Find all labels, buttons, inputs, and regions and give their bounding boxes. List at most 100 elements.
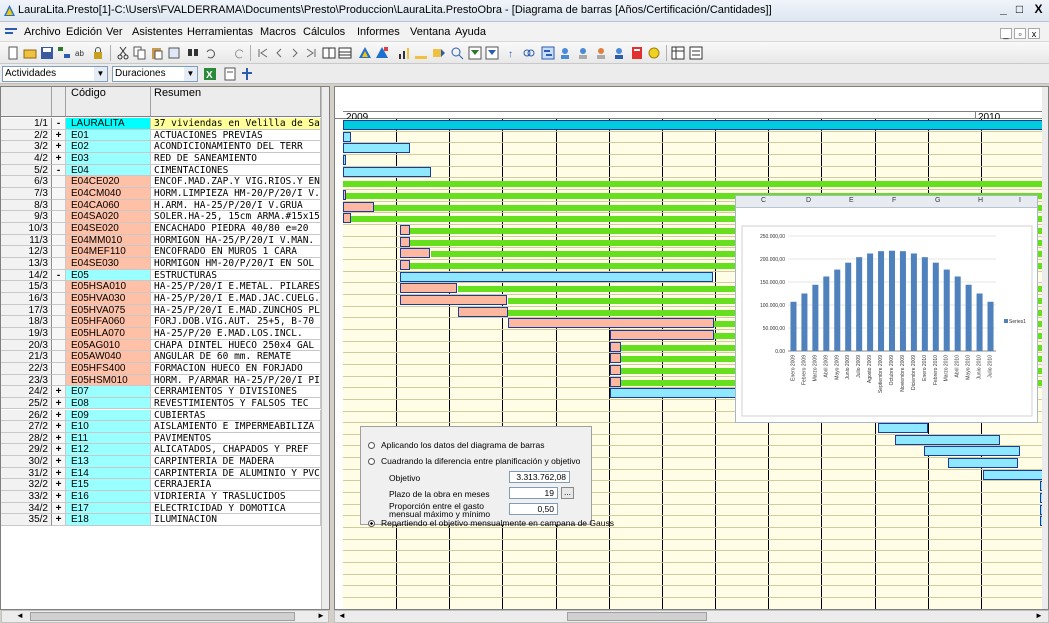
scroll-left-icon[interactable]: ◄ <box>16 611 24 620</box>
save-icon[interactable] <box>40 46 54 60</box>
summary-cell[interactable]: CARPINTERÍA DE MADERA <box>151 456 321 468</box>
row-number[interactable]: 1/1 <box>1 118 52 130</box>
table-row[interactable]: 19/3 E05HLA070 HA-25/P/20 E.MAD.LOS.INCL. <box>1 327 329 340</box>
summary-cell[interactable]: HA-25/P/20 E.MAD.LOS.INCL. <box>151 327 321 340</box>
scroll-thumb[interactable] <box>567 612 707 621</box>
gantt-task-bar[interactable] <box>343 213 351 224</box>
expand-toggle[interactable] <box>52 246 66 258</box>
summary-cell[interactable]: ENCOFRADO EN MUROS 1 CARA <box>151 246 321 258</box>
expand-toggle[interactable] <box>52 362 66 375</box>
expand-toggle[interactable] <box>52 351 66 363</box>
row-number[interactable]: 25/2 <box>1 397 52 410</box>
row-number[interactable]: 22/3 <box>1 362 52 375</box>
measure-icon[interactable] <box>432 46 446 60</box>
row-number[interactable]: 6/3 <box>1 176 52 188</box>
row-number[interactable]: 5/2 <box>1 164 52 177</box>
gantt-task-bar[interactable] <box>895 434 1000 445</box>
gantt-task-bar[interactable] <box>508 318 714 329</box>
resource3-icon[interactable] <box>594 46 608 60</box>
first-record-icon[interactable] <box>256 46 270 60</box>
table-row[interactable]: 32/2 + E15 CERRAJERÍA <box>1 479 329 492</box>
summary-cell[interactable]: RED DE SANEAMIENTO <box>151 152 321 165</box>
chart-icon[interactable] <box>397 46 411 60</box>
gantt-task-bar[interactable] <box>948 458 1018 469</box>
summary-cell[interactable]: CARPINTERÍA DE ALUMINIO Y PVC <box>151 467 321 480</box>
summary-cell[interactable]: CERRAJERÍA <box>151 479 321 492</box>
summary-cell[interactable]: ANGULAR DE 60 mm. REMATE <box>151 351 321 363</box>
table-row[interactable]: 30/2 + E13 CARPINTERÍA DE MADERA <box>1 456 329 468</box>
menu-ayuda[interactable]: Ayuda <box>455 26 486 38</box>
code-cell[interactable]: E16 <box>66 491 151 503</box>
radio-gauss-selected[interactable] <box>368 520 375 527</box>
gantt-task-bar[interactable] <box>343 201 374 212</box>
summary-cell[interactable]: ESTRUCTURAS <box>151 269 321 282</box>
row-number[interactable]: 15/3 <box>1 281 52 293</box>
gantt-icon[interactable] <box>541 46 555 60</box>
expand-toggle[interactable]: + <box>52 397 66 410</box>
expand-toggle[interactable] <box>52 374 66 387</box>
code-cell[interactable]: E05HSA010 <box>66 281 151 293</box>
summary-cell[interactable]: ILUMINACIÓN <box>151 514 321 527</box>
summary-cell[interactable]: CHAPA DINTEL HUECO 250x4 GAL <box>151 339 321 352</box>
gantt-task-bar[interactable] <box>343 120 1048 130</box>
table-row[interactable]: 17/3 E05HVA075 HA-25/P/20/I E.MAD.ZUNCHOS … <box>1 304 329 317</box>
mdi-minimize-button[interactable]: _ <box>1000 28 1012 39</box>
spellcheck-icon[interactable]: ab <box>74 46 88 60</box>
summary-cell[interactable]: PAVIMENTOS <box>151 432 321 445</box>
summary-cell[interactable]: HORM. P/ARMAR HA-25/P/20/I PIL <box>151 374 321 387</box>
code-cell[interactable]: E05HLA070 <box>66 327 151 340</box>
proporcion-field[interactable]: 0,50 <box>509 503 558 515</box>
row-number[interactable]: 10/3 <box>1 222 52 235</box>
code-cell[interactable]: E07 <box>66 386 151 398</box>
scroll-thumb[interactable] <box>30 612 295 621</box>
code-cell[interactable]: E04SE020 <box>66 222 151 235</box>
code-cell[interactable]: E05HFS400 <box>66 362 151 375</box>
gantt-task-bar[interactable] <box>400 283 457 294</box>
summary-cell[interactable]: HA-25/P/20/I E.MAD.JÁC.CUELG. <box>151 292 321 305</box>
menu-edicion[interactable]: Edición <box>66 26 102 38</box>
gantt-task-bar[interactable] <box>343 131 351 142</box>
mdi-restore-button[interactable]: ▫ <box>1014 28 1026 39</box>
budget-icon[interactable] <box>358 46 372 60</box>
resource-icon[interactable] <box>558 46 572 60</box>
summary-cell[interactable]: CIMENTACIONES <box>151 164 321 177</box>
summary-cell[interactable]: ACONDICIONAMIENTO DEL TERR <box>151 141 321 153</box>
radio-diagrama[interactable] <box>368 442 375 449</box>
expand-toggle[interactable] <box>52 339 66 352</box>
row-number[interactable]: 18/3 <box>1 316 52 328</box>
code-cell[interactable]: E12 <box>66 444 151 457</box>
summary-cell[interactable]: ALICATADOS, CHAPADOS Y PREF <box>151 444 321 457</box>
row-number[interactable]: 33/2 <box>1 491 52 503</box>
table-row[interactable]: 5/2- E04 CIMENTACIONES <box>1 164 329 177</box>
gantt-vertical-scrollbar[interactable] <box>1042 87 1048 609</box>
table-row[interactable]: 21/3 E05AW040 ANGULAR DE 60 mm. REMATE <box>1 351 329 363</box>
row-number[interactable]: 17/3 <box>1 304 52 317</box>
radio-diagrama-label[interactable]: Aplicando los datos del diagrama de barr… <box>381 440 545 450</box>
find-icon[interactable] <box>186 46 200 60</box>
gantt-task-bar[interactable] <box>400 294 507 305</box>
code-cell[interactable]: E15 <box>66 479 151 492</box>
expand-toggle[interactable]: + <box>52 479 66 492</box>
expand-toggle[interactable] <box>52 187 66 200</box>
table-row[interactable]: 13/3 E04SE030 HORMIGÓN HM-20/P/20/I EN SOL <box>1 257 329 270</box>
resource4-icon[interactable] <box>612 46 626 60</box>
row-number[interactable]: 35/2 <box>1 514 52 527</box>
row-number[interactable]: 12/3 <box>1 246 52 258</box>
row-number[interactable]: 24/2 <box>1 386 52 398</box>
menu-calculos[interactable]: Cálculos <box>303 26 345 38</box>
summary-cell[interactable]: CERRAMIENTOS Y DIVISIONES <box>151 386 321 398</box>
table-row[interactable]: 33/2 + E16 VIDRIERÍA Y TRASLÚCIDOS <box>1 491 329 503</box>
gantt-task-bar[interactable] <box>458 306 508 317</box>
code-cell[interactable]: E04SA020 <box>66 211 151 223</box>
last-record-icon[interactable] <box>304 46 318 60</box>
code-cell[interactable]: E08 <box>66 397 151 410</box>
table-row[interactable]: 16/3 E05HVA030 HA-25/P/20/I E.MAD.JÁC.CUEL… <box>1 292 329 305</box>
code-cell[interactable]: E18 <box>66 514 151 527</box>
expand-toggle[interactable]: - <box>52 118 66 130</box>
warning-icon[interactable] <box>647 46 661 60</box>
table-row[interactable]: 22/3 E05HFS400 FORMACIÓN HUECO EN FORJADO <box>1 362 329 375</box>
summary-cell[interactable]: HORMIGÓN HM-20/P/20/I EN SOL <box>151 257 321 270</box>
table-row[interactable]: 24/2 + E07 CERRAMIENTOS Y DIVISIONES <box>1 386 329 398</box>
code-cell[interactable]: E05HVA030 <box>66 292 151 305</box>
table-row[interactable]: 20/3 E05AG010 CHAPA DINTEL HUECO 250x4 GAL <box>1 339 329 352</box>
